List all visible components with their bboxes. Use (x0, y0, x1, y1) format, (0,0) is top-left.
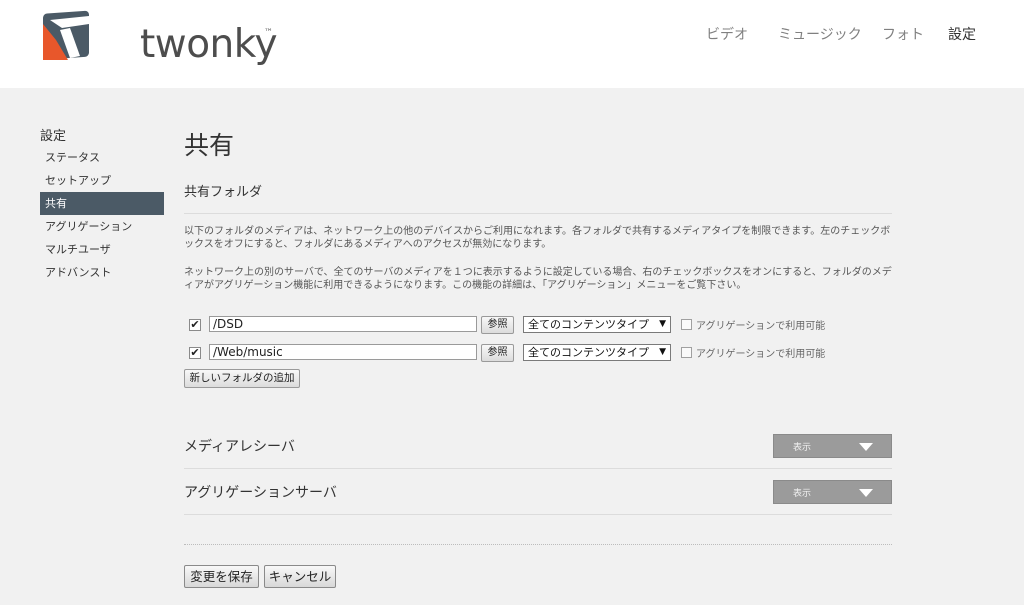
aggregation-servers-show-button[interactable]: 表示 (773, 480, 892, 504)
folder-enabled-checkbox[interactable]: ✔ (189, 347, 201, 359)
aggregation-label: アグリゲーションで利用可能 (696, 349, 826, 360)
folder-row: ✔ /Web/music 参照 全てのコンテンツタイプ ▼ アグリゲーションで利… (184, 344, 892, 362)
sidebar-item-aggregation[interactable]: アグリゲーション (40, 215, 164, 238)
add-folder-button[interactable]: 新しいフォルダの追加 (184, 369, 300, 388)
chevron-down-icon (859, 489, 873, 497)
sidebar-item-advanced[interactable]: アドバンスト (40, 261, 164, 284)
twonky-logo-icon (43, 10, 89, 60)
section-divider (184, 514, 892, 515)
content-type-value: 全てのコンテンツタイプ (528, 318, 649, 331)
aggregation-checkbox[interactable] (681, 319, 692, 330)
content-type-select[interactable]: 全てのコンテンツタイプ ▼ (523, 344, 671, 361)
actions-divider (184, 544, 892, 545)
header: twonky ™ ビデオ ミュージック フォト 設定 (0, 0, 1024, 88)
dropdown-arrow-icon: ▼ (659, 319, 666, 329)
nav-video[interactable]: ビデオ (706, 24, 748, 44)
section-divider (184, 468, 892, 469)
nav-music[interactable]: ミュージック (778, 24, 862, 44)
twonky-logo[interactable]: twonky ™ (40, 10, 278, 67)
folder-row: ✔ /DSD 参照 全てのコンテンツタイプ ▼ アグリゲーションで利用可能 (184, 316, 892, 334)
brand-tm: ™ (264, 28, 273, 38)
show-button-label: 表示 (793, 489, 812, 499)
content-type-value: 全てのコンテンツタイプ (528, 346, 649, 359)
sidebar-item-setup[interactable]: セットアップ (40, 169, 164, 192)
cancel-button[interactable]: キャンセル (264, 565, 336, 588)
top-nav: ビデオ ミュージック フォト 設定 (700, 24, 1000, 44)
folder-path-input[interactable]: /DSD (209, 316, 477, 332)
nav-settings[interactable]: 設定 (948, 24, 976, 44)
media-receivers-title: メディアレシーバ (184, 439, 295, 455)
aggregation-label: アグリゲーションで利用可能 (696, 321, 826, 332)
folder-enabled-checkbox[interactable]: ✔ (189, 319, 201, 331)
nav-photo[interactable]: フォト (882, 24, 924, 44)
chevron-down-icon (859, 443, 873, 451)
folder-path-input[interactable]: /Web/music (209, 344, 477, 360)
show-button-label: 表示 (793, 443, 812, 453)
description-1: 以下のフォルダのメディアは、ネットワーク上の他のデバイスからご利用になれます。各… (184, 226, 891, 250)
media-receivers-show-button[interactable]: 表示 (773, 434, 892, 458)
page-title: 共有 (184, 131, 235, 160)
section-divider (184, 213, 892, 214)
aggregation-servers-title: アグリゲーションサーバ (184, 485, 337, 501)
content-type-select[interactable]: 全てのコンテンツタイプ ▼ (523, 316, 671, 333)
description-2: ネットワーク上の別のサーバで、全てのサーバのメディアを１つに表示するように設定し… (184, 267, 892, 291)
browse-button[interactable]: 参照 (481, 344, 514, 362)
brand-name: twonky (140, 22, 278, 67)
sidebar: ステータス セットアップ 共有 アグリゲーション マルチユーザ アドバンスト (40, 146, 164, 284)
sidebar-item-sharing[interactable]: 共有 (40, 192, 164, 215)
dropdown-arrow-icon: ▼ (659, 347, 666, 357)
browse-button[interactable]: 参照 (481, 316, 514, 334)
save-button[interactable]: 変更を保存 (184, 565, 259, 588)
sidebar-item-status[interactable]: ステータス (40, 146, 164, 169)
aggregation-checkbox[interactable] (681, 347, 692, 358)
sidebar-title: 設定 (40, 129, 67, 144)
sidebar-item-multiuser[interactable]: マルチユーザ (40, 238, 164, 261)
section-title: 共有フォルダ (184, 185, 263, 200)
